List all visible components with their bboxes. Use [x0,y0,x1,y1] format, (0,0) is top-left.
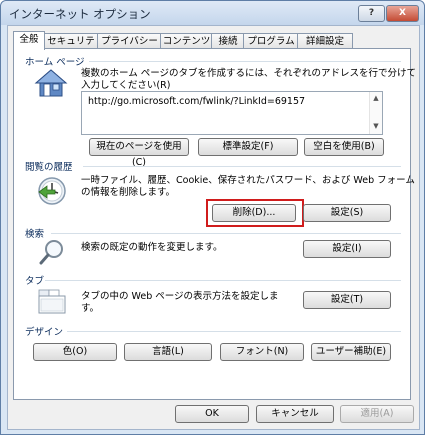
history-description-line2: の情報を削除します。 [81,187,176,198]
internet-options-window: インターネット オプション ? X 全般 セキュリティ プライバシー コンテンツ… [0,0,425,435]
tab-general[interactable]: 全般 [13,31,45,50]
home-house-icon [34,68,68,98]
home-page-url-text: http://go.microsoft.com/fwlink/?LinkId=6… [88,96,306,107]
home-page-section-label: ホーム ページ [25,57,85,68]
address-field-scrollbar[interactable]: ▲ ▼ [369,92,382,134]
colors-button[interactable]: 色(O) [33,343,117,361]
search-divider [51,233,401,234]
history-description-line1: 一時ファイル、履歴、Cookie、保存されたパスワード、および Web フォーム [81,175,415,186]
tab-privacy[interactable]: プライバシー [97,33,162,49]
tab-content[interactable]: コンテンツ [160,33,213,49]
history-settings-button[interactable]: 設定(S) [303,204,391,222]
apply-button[interactable]: 適用(A) [340,405,414,423]
close-button[interactable]: X [386,5,419,22]
history-section-label: 閲覧の履歴 [25,162,73,173]
design-section-label: デザイン [25,327,64,338]
ok-button[interactable]: OK [175,405,249,423]
search-magnifier-icon [37,237,67,267]
scroll-down-arrow-icon[interactable]: ▼ [370,122,382,130]
tabs-settings-button[interactable]: 設定(T) [303,291,391,309]
accessibility-button[interactable]: ユーザー補助(E) [311,343,391,361]
tabs-section-label: タブ [25,276,45,287]
cancel-button[interactable]: キャンセル [256,405,334,423]
home-page-description-line1: 複数のホーム ページのタブを作成するには、それぞれのアドレスを行で分けて [81,68,417,79]
tab-advanced[interactable]: 詳細設定 [297,33,353,49]
history-divider [83,166,401,167]
home-page-address-field[interactable]: http://go.microsoft.com/fwlink/?LinkId=6… [81,91,383,135]
use-blank-button[interactable]: 空白を使用(B) [304,138,384,156]
browsing-history-clock-icon [35,174,69,208]
tabs-description-line1: タブの中の Web ページの表示方法を設定しま [81,291,279,302]
tabs-window-icon [37,287,67,315]
design-divider [67,331,401,332]
search-description: 検索の既定の動作を変更します。 [81,242,223,253]
use-current-button[interactable]: 現在のページを使用(C) [89,138,189,168]
delete-history-button[interactable]: 削除(D)... [212,204,296,222]
window-title: インターネット オプション [9,7,151,21]
search-settings-button[interactable]: 設定(I) [303,240,391,258]
use-default-button[interactable]: 標準設定(F) [198,138,298,156]
tab-security[interactable]: セキュリティ [43,33,99,62]
tabs-description-line2: す。 [81,303,100,314]
home-page-divider [89,61,401,62]
scroll-up-arrow-icon[interactable]: ▲ [370,94,382,102]
fonts-button[interactable]: フォント(N) [220,343,304,361]
tabs-divider [45,280,401,281]
languages-button[interactable]: 言語(L) [124,343,212,361]
help-button[interactable]: ? [358,5,385,22]
tab-programs[interactable]: プログラム [243,33,299,49]
tab-connections[interactable]: 接続 [211,33,245,49]
title-bar[interactable]: インターネット オプション ? X [1,1,424,25]
